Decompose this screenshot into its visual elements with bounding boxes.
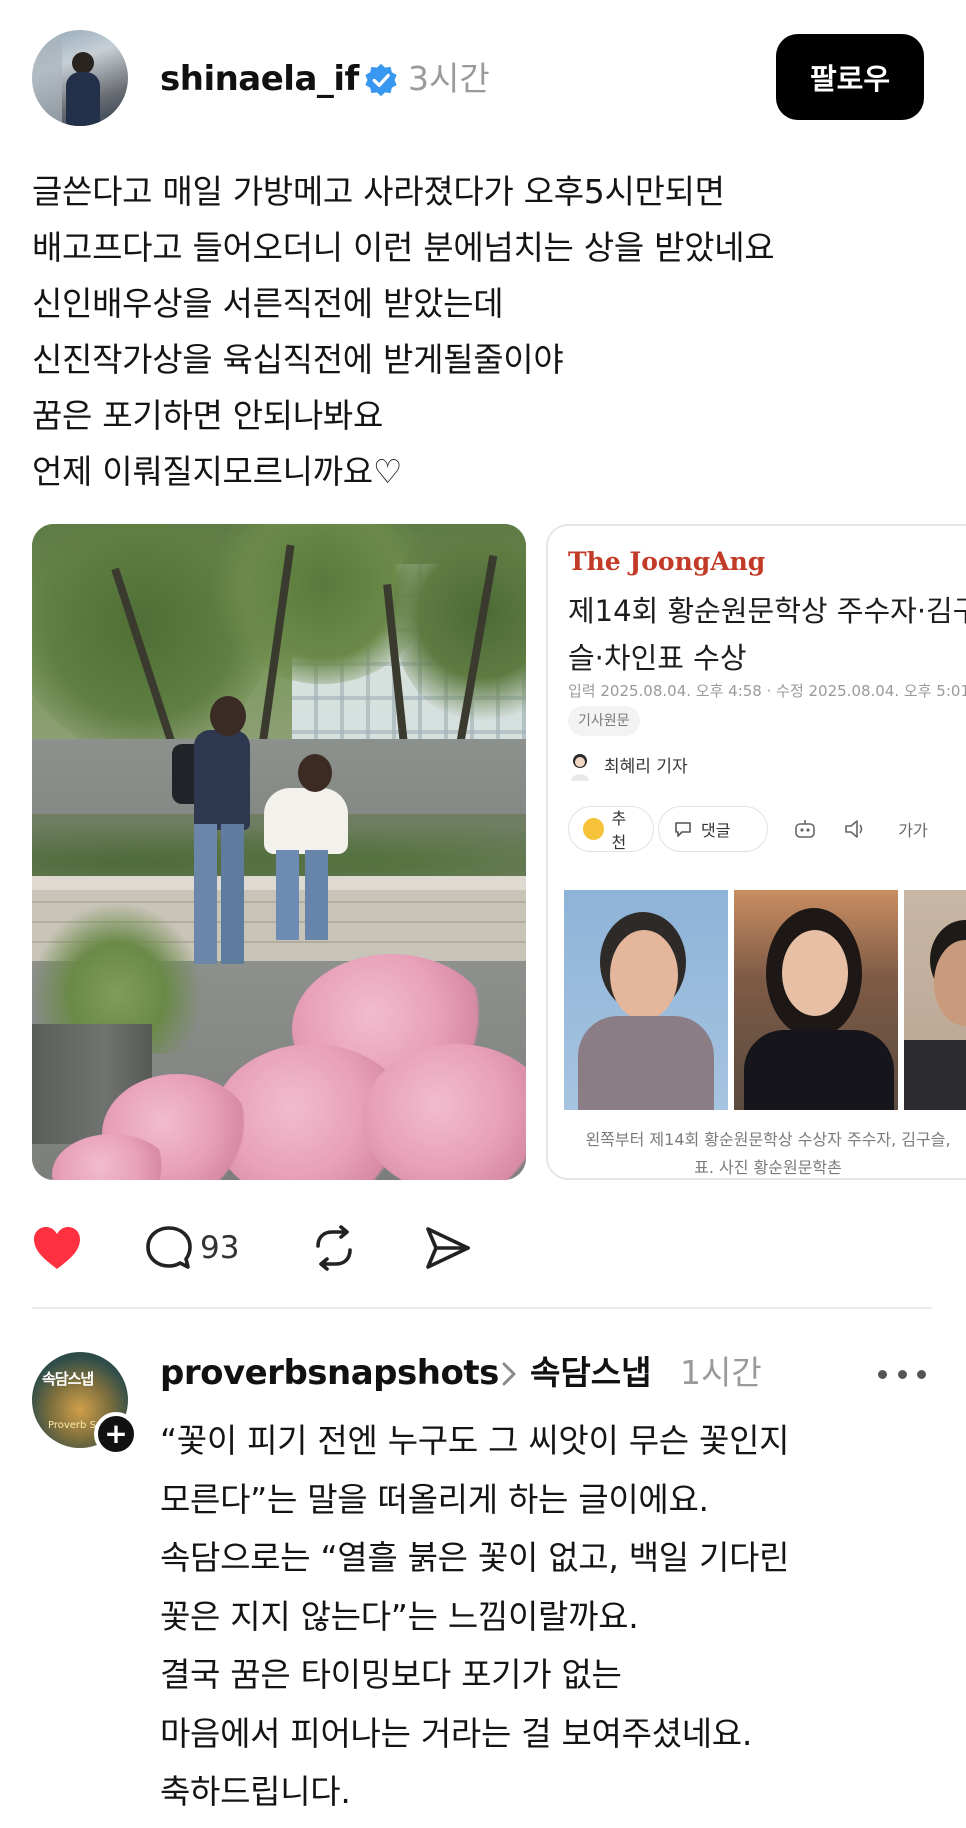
reply-text-line: 꽃은 지지 않는다”는 느낌이랄까요. [160, 1596, 639, 1636]
news-brand-logo: The JoongAng [568, 547, 766, 576]
photo-man-head [210, 696, 246, 736]
reply-text-line: 결국 꿈은 타이밍보다 포기가 없는 [160, 1655, 622, 1694]
post-text-line: 글쓴다고 매일 가방메고 사라졌다가 오후5시만되면 [32, 172, 725, 211]
follow-button[interactable]: 팔로우 [776, 34, 924, 120]
send-icon [426, 1227, 470, 1269]
article-dates: 입력 2025.08.04. 오후 4:58 · 수정 2025.08.04. … [568, 682, 966, 700]
smile-icon [583, 818, 604, 840]
reply-body: “꽃이 피기 전엔 누구도 그 씨앗이 무슨 꽃인지 모른다”는 말을 떠올리게… [160, 1412, 950, 1822]
more-dot [897, 1369, 907, 1379]
chevron-right-icon [502, 1362, 516, 1386]
post-photo-news-article[interactable]: The JoongAng 제14회 황순원문학상 주수자·김구 슬·차인표 수상… [546, 524, 966, 1180]
caption-line: 왼쪽부터 제14회 황순원문학상 수상자 주수자, 김구슬, [585, 1130, 951, 1149]
more-dot [917, 1369, 926, 1379]
follow-plus-icon[interactable]: + [94, 1412, 138, 1456]
photo-face [610, 930, 678, 1020]
post-text-line: 신인배우상을 서른직전에 받았는데 [32, 284, 504, 323]
verified-badge-icon [365, 63, 397, 97]
robot-icon [788, 812, 822, 846]
comment-label: 댓글 [701, 821, 731, 840]
comment-count: 93 [200, 1230, 240, 1266]
photo-face [782, 930, 848, 1016]
author-username[interactable]: shinaela_if [160, 54, 359, 104]
reporter-avatar-icon [571, 754, 589, 781]
reply-topic-tag[interactable]: 속담스냅 [530, 1348, 651, 1398]
photo-clothes [744, 1030, 894, 1110]
article-photos [564, 890, 966, 1110]
article-headline: 제14회 황순원문학상 주수자·김구 슬·차인표 수상 [568, 588, 966, 682]
reply-text-line: 속담으로는 “열흘 붉은 꽃이 없고, 백일 기다린 [160, 1538, 790, 1577]
heart-icon [34, 1227, 80, 1269]
more-dot [878, 1369, 887, 1379]
post-text-line: 신진작가상을 육십직전에 받게될줄이야 [32, 340, 564, 379]
article-recommend-button: 추천 [568, 806, 654, 852]
post-timestamp: 3시간 [408, 59, 490, 98]
repost-button[interactable] [310, 1220, 358, 1276]
article-headline-line: 제14회 황순원문학상 주수자·김구 [568, 594, 966, 628]
article-comment-button: 댓글 [658, 806, 768, 852]
author-avatar[interactable] [32, 30, 128, 126]
repost-icon [316, 1225, 352, 1271]
speaker-icon [838, 812, 872, 846]
article-photo-3 [904, 890, 966, 1110]
reply-text-line: 모른다”는 말을 떠올리게 하는 글이에요. [160, 1479, 709, 1519]
photo-woman-legs [276, 850, 328, 940]
photo-clothes [904, 1040, 966, 1110]
recommend-label: 추천 [611, 809, 627, 852]
comment-bubble-icon [146, 1226, 192, 1269]
post-text-line: 꿈은 포기하면 안되나봐요 [32, 396, 384, 435]
photo-clothes [578, 1016, 714, 1110]
caption-line: 표. 사진 황순원문학촌 [694, 1158, 842, 1177]
photo-woman-head [298, 754, 332, 792]
article-headline-line: 슬·차인표 수상 [568, 641, 747, 675]
reply-text-line: “꽃이 피기 전엔 누구도 그 씨앗이 무슨 꽃인지 [160, 1421, 790, 1460]
avatar-photo-bg [32, 30, 62, 126]
article-photo-caption: 왼쪽부터 제14회 황순원문학상 수상자 주수자, 김구슬, 표. 사진 황순원… [548, 1126, 966, 1178]
avatar-photo-body [66, 72, 100, 126]
like-button[interactable] [32, 1220, 84, 1276]
article-photo-1 [564, 890, 728, 1110]
thread-divider [32, 1307, 932, 1309]
post-photo-couple-garden[interactable] [32, 524, 526, 1180]
font-size-icon: 가가 [898, 821, 928, 840]
photo-man-body [194, 730, 250, 830]
share-button[interactable] [424, 1220, 472, 1276]
post-text-line: 언제 이뤄질지모르니까요♡ [32, 452, 403, 491]
reply-text-line: 축하드립니다. [160, 1772, 351, 1811]
comment-button[interactable]: 93 [146, 1220, 239, 1276]
post-text-line: 배고프다고 들어오더니 이런 분에넘치는 상을 받았네요 [32, 228, 775, 267]
article-source-tag: 기사원문 [568, 706, 640, 736]
photo-woman-body [264, 788, 348, 854]
avatar-photo-head [72, 52, 94, 74]
more-options-button[interactable] [878, 1356, 926, 1392]
reply-timestamp: 1시간 [680, 1353, 762, 1392]
article-reporter: 최혜리 기자 [604, 757, 688, 777]
article-photo-2 [734, 890, 898, 1110]
speech-bubble-icon [675, 822, 691, 837]
reply-text-line: 마음에서 피어나는 거라는 걸 보여주셨네요. [160, 1713, 753, 1753]
reply-username[interactable]: proverbsnapshots [160, 1348, 499, 1398]
post-body: 글쓴다고 매일 가방메고 사라졌다가 오후5시만되면 배고프다고 들어오더니 이… [32, 164, 932, 500]
avatar-logo-text: 속담스냅 [42, 1370, 94, 1388]
